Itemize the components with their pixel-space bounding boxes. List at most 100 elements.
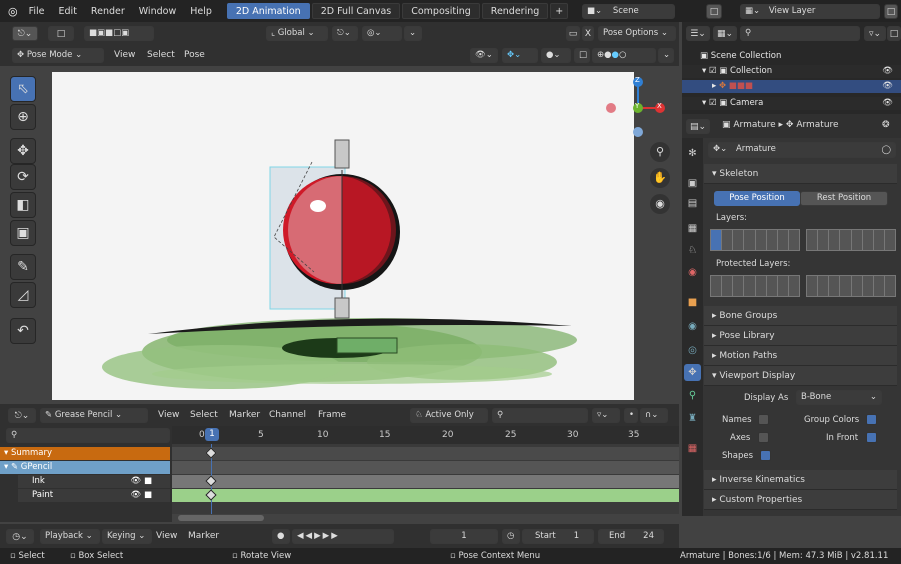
checkbox-icon[interactable]: ☑: [709, 98, 717, 108]
current-frame-field[interactable]: 1: [430, 529, 498, 544]
new-view-layer-icon[interactable]: □: [884, 4, 898, 19]
outliner-filter-icon[interactable]: ▿⌄: [864, 26, 886, 41]
eye-icon[interactable]: 👁: [882, 97, 893, 110]
tab-compositing[interactable]: Compositing: [402, 3, 480, 19]
keying-dropdown[interactable]: Keying ⌄: [102, 529, 152, 544]
overlay-toggle[interactable]: ●⌄: [541, 48, 571, 63]
pin-icon[interactable]: ❂: [882, 120, 890, 130]
panel-inverse-kinematics[interactable]: ▸ Inverse Kinematics: [704, 470, 897, 490]
mode-selector[interactable]: ✥ Pose Mode ⌄: [12, 48, 104, 63]
proportional-toggle[interactable]: ⌄: [404, 26, 422, 41]
view-layer-tab-icon[interactable]: ▦: [684, 220, 701, 237]
channel-paint[interactable]: Paint 👁 ■: [18, 489, 170, 502]
pan-hand-icon[interactable]: ✋: [650, 168, 670, 188]
constraint-tab-icon[interactable]: ◎: [684, 342, 701, 359]
transform-tool[interactable]: ▣: [10, 220, 36, 246]
protected-layers-grid-right[interactable]: [806, 275, 896, 297]
editor-type-icon[interactable]: ⎋⌄: [12, 26, 38, 41]
new-scene-icon[interactable]: □: [706, 4, 722, 19]
channel-search[interactable]: ⚲: [6, 428, 170, 443]
pose-options-dropdown[interactable]: Pose Options ⌄: [598, 26, 676, 41]
start-frame-field[interactable]: Start 1: [522, 529, 594, 544]
eye-icon[interactable]: 👁: [882, 65, 893, 78]
object-tab-icon[interactable]: ■: [684, 294, 701, 311]
shapes-checkbox[interactable]: [760, 450, 771, 461]
dopesheet-menu-frame[interactable]: Frame: [318, 410, 346, 420]
panel-viewport-display[interactable]: ▾ Viewport Display: [704, 366, 897, 386]
outliner-editor-icon[interactable]: ☰⌄: [686, 26, 710, 41]
panel-bone-groups[interactable]: ▸ Bone Groups: [704, 306, 897, 326]
outliner-search[interactable]: ⚲: [740, 26, 860, 41]
dopesheet-menu-marker[interactable]: Marker: [229, 410, 260, 420]
checkbox-icon[interactable]: ☑: [709, 66, 717, 76]
select-box-tool[interactable]: ⬁: [10, 76, 36, 102]
dopesheet-menu-view[interactable]: View: [158, 410, 179, 420]
bone-tab-icon[interactable]: ⚲: [684, 387, 701, 404]
scene-tab-icon[interactable]: ♘: [684, 242, 701, 259]
dopesheet-proportional[interactable]: ∩⌄: [640, 408, 668, 423]
outliner-row-armature[interactable]: ▸ ✥ ■■■ 👁: [682, 80, 901, 93]
dopesheet-mode-dropdown[interactable]: ✎ Grease Pencil ⌄: [40, 408, 148, 423]
timeline-ruler[interactable]: [172, 426, 679, 444]
view-layer-selector[interactable]: ▦⌄ View Layer: [740, 4, 880, 19]
menu-render[interactable]: Render: [84, 6, 132, 17]
menu-edit[interactable]: Edit: [52, 6, 84, 17]
tool-tab-icon[interactable]: ✻: [684, 145, 701, 162]
orientation-dropdown[interactable]: ⌞ Global ⌄: [266, 26, 328, 41]
annotate-tool[interactable]: ✎: [10, 254, 36, 280]
outliner-row-collection[interactable]: ▾ ☑ ▣ Collection 👁: [682, 65, 901, 78]
protected-layers-grid-left[interactable]: [710, 275, 800, 297]
playback-dropdown[interactable]: Playback ⌄: [40, 529, 100, 544]
dopesheet-search[interactable]: ⚲: [492, 408, 588, 423]
dopesheet-menu-channel[interactable]: Channel: [269, 410, 306, 420]
measure-tool[interactable]: ◿: [10, 282, 36, 308]
layer-visibility-icon[interactable]: 👁 ■: [130, 489, 152, 502]
names-checkbox[interactable]: [758, 414, 769, 425]
tab-2d-animation[interactable]: 2D Animation: [226, 3, 310, 19]
output-tab-icon[interactable]: ▤: [684, 195, 701, 212]
visibility-dropdown[interactable]: 👁⌄: [470, 48, 498, 63]
dopesheet-menu-select[interactable]: Select: [190, 410, 218, 420]
blender-logo-icon[interactable]: ◎: [4, 5, 22, 18]
dopesheet-snap[interactable]: •: [624, 408, 638, 423]
panel-motion-paths[interactable]: ▸ Motion Paths: [704, 346, 897, 366]
render-tab-icon[interactable]: ▣: [684, 175, 701, 192]
shading-options[interactable]: ⌄: [658, 48, 674, 63]
gizmo-toggle[interactable]: ✥⌄: [502, 48, 538, 63]
viewport-menu-pose[interactable]: Pose: [184, 50, 205, 60]
record-button[interactable]: ●: [272, 529, 290, 544]
pose-position-button[interactable]: Pose Position: [714, 191, 800, 206]
viewport-menu-view[interactable]: View: [114, 50, 135, 60]
layers-grid-right[interactable]: [806, 229, 896, 251]
select-mode-icon[interactable]: □: [48, 26, 74, 41]
playback-controls[interactable]: ◀◀▶▶▶: [292, 529, 394, 544]
timeline-menu-view[interactable]: View: [156, 531, 177, 541]
layer-visibility-icon[interactable]: 👁 ■: [130, 475, 152, 488]
tab-rendering[interactable]: Rendering: [481, 3, 549, 19]
armature-name-field[interactable]: ✥⌄ Armature ◯: [708, 142, 896, 158]
timeline-menu-marker[interactable]: Marker: [188, 531, 219, 541]
in-front-checkbox[interactable]: [866, 432, 877, 443]
dopesheet-filter[interactable]: ▿⌄: [592, 408, 620, 423]
armature-data-tab-icon[interactable]: ✥: [684, 364, 701, 381]
gizmo-axis[interactable]: Z Y X: [598, 74, 670, 138]
new-collection-icon[interactable]: □: [887, 26, 901, 41]
panel-custom-properties[interactable]: ▸ Custom Properties: [704, 490, 897, 510]
active-only-toggle[interactable]: ♘ Active Only: [410, 408, 488, 423]
shading-modes[interactable]: ⊕●●○: [592, 48, 656, 63]
outliner-row-scene-collection[interactable]: ▣ Scene Collection: [682, 50, 901, 63]
mirror-x-toggle[interactable]: X: [582, 26, 594, 41]
move-tool[interactable]: ✥: [10, 138, 36, 164]
timeline-editor-icon[interactable]: ◷⌄: [6, 529, 34, 544]
properties-editor-icon[interactable]: ▤⌄: [686, 119, 710, 134]
transform-toggles[interactable]: ■▣■□▣: [84, 26, 154, 41]
modifier-tab-icon[interactable]: ◉: [684, 318, 701, 335]
menu-window[interactable]: Window: [132, 6, 183, 17]
snap-toggle[interactable]: ◎⌄: [362, 26, 402, 41]
viewport-menu-select[interactable]: Select: [147, 50, 175, 60]
add-workspace-button[interactable]: +: [550, 3, 569, 19]
camera-view-icon[interactable]: ◉: [650, 194, 670, 214]
outliner-row-camera[interactable]: ▾ ☑ ▣ Camera 👁: [682, 97, 901, 110]
dopesheet-editor-icon[interactable]: ⎋⌄: [8, 408, 36, 423]
timeline-scrollbar[interactable]: [178, 515, 264, 521]
